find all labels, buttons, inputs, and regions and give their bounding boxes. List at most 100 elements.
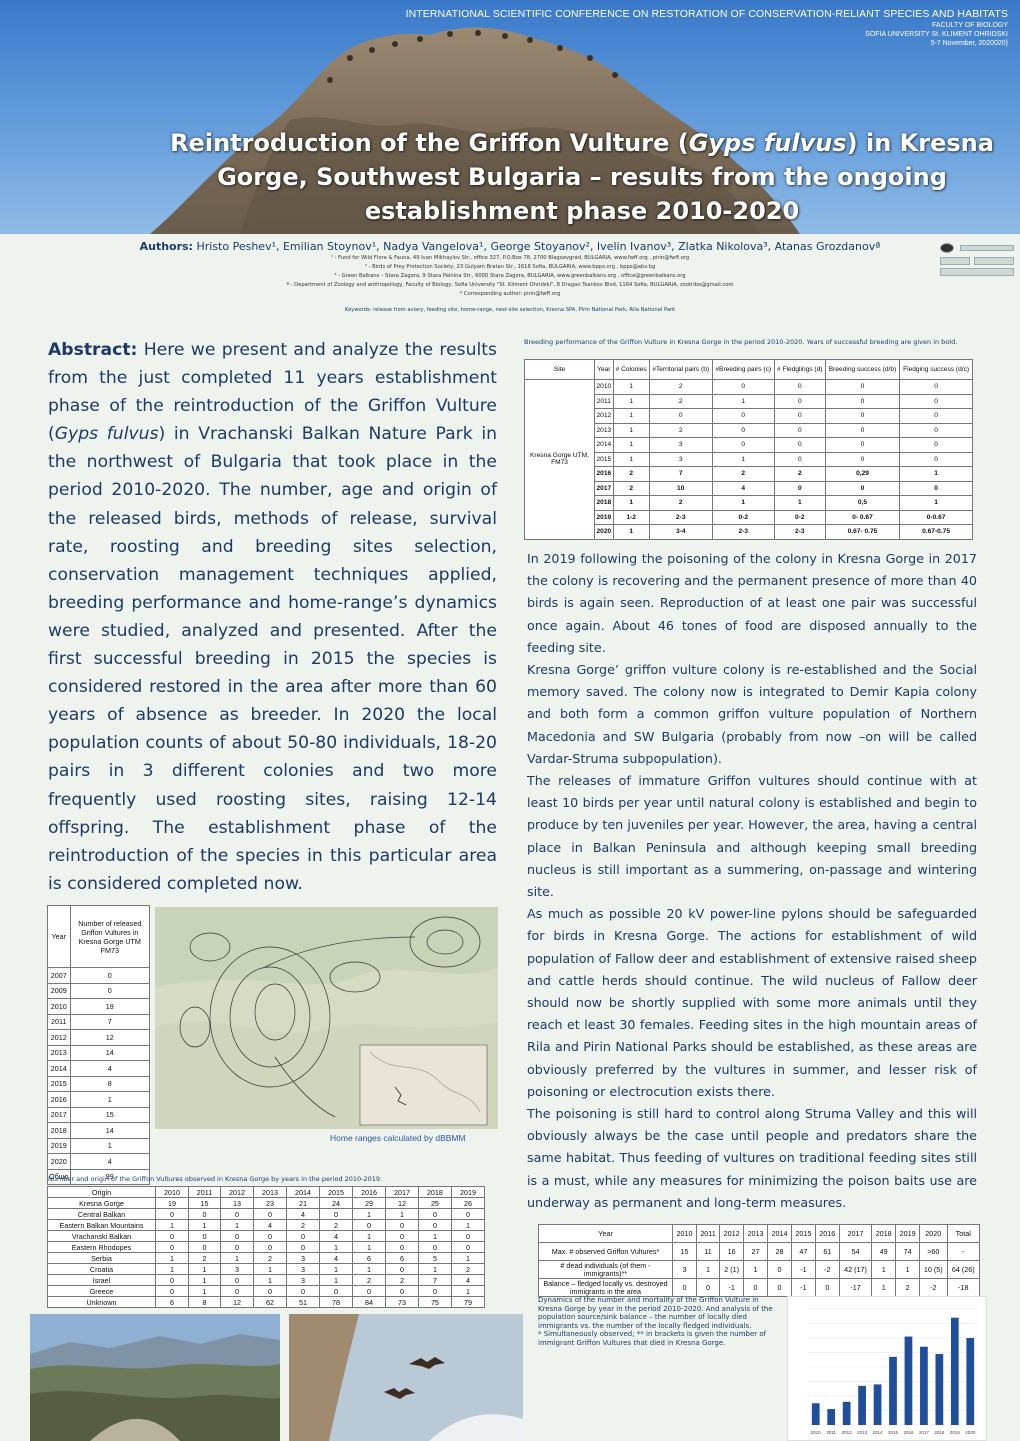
origin-header-cell: 2018 [417, 1186, 452, 1198]
bar-chart-tick-label: 2011 [826, 1430, 836, 1435]
origin-cell: 4 [286, 1208, 320, 1220]
origin-cell: 2 [253, 1252, 288, 1264]
dynamics-cell: 74 [895, 1242, 921, 1261]
origin-header-cell: 2016 [351, 1186, 386, 1198]
breeding-cell: 2010 [594, 379, 614, 395]
affiliation-4: ª - Department of Zoology and anthropolo… [286, 282, 734, 288]
origin-cell: 0 [417, 1208, 452, 1220]
dynamics-cell: 27 [743, 1242, 769, 1261]
released-cell: 14 [69, 1122, 151, 1139]
bar-chart-tick-label: 2012 [842, 1430, 853, 1435]
title-line1-post: ) in Kresna [846, 129, 994, 157]
released-row: 2011 7 [47, 1013, 151, 1030]
dynamics-cell: 64 (26) [946, 1260, 980, 1279]
released-cell: 12 [69, 1029, 151, 1046]
released-row: 2018 14 [47, 1122, 151, 1139]
origin-cell: 84 [351, 1296, 386, 1308]
dynamics-bar-chart: 2010 2011 2012 2013 2014 2015 2016 2017 2018 2019… [787, 1296, 987, 1441]
origin-cell: 1 [384, 1208, 419, 1220]
dynamics-cell: 0 [767, 1278, 792, 1297]
breeding-cell: 0-2 [711, 509, 775, 525]
breeding-cell: 3 [648, 451, 713, 467]
origin-row: Serbia 1 2 1 2 3 4 6 6 5 1 [47, 1252, 486, 1264]
breeding-cell: 2013 [594, 422, 614, 438]
origin-cell: 13 [220, 1197, 255, 1209]
origin-cell: 3 [286, 1252, 320, 1264]
dynamics-cell: 47 [790, 1242, 816, 1261]
breeding-cell: 2015 [594, 451, 614, 467]
gorge-landscape-image [30, 1314, 280, 1441]
breeding-cell: 2016 [594, 466, 614, 482]
released-cell: 2009 [47, 982, 71, 999]
conference-university: SOFIA UNIVERSITY St. KLIMENT OHRIDSKI [865, 31, 1008, 38]
origin-header-cell: 2011 [187, 1186, 222, 1198]
origin-cell: 0 [286, 1241, 320, 1253]
origin-header-cell: 2019 [450, 1186, 486, 1198]
breeding-cell: 0 [899, 437, 973, 453]
dynamics-row: Max. # observed Griffon Vultures* 15 11 16 2… [538, 1242, 980, 1261]
poster: INTERNATIONAL SCIENTIFIC CONFERENCE ON R… [0, 0, 1020, 1441]
dynamics-cell: 1 [871, 1278, 897, 1297]
dynamics-header-cell: 2015 [790, 1224, 816, 1243]
released-cell: 2010 [47, 998, 71, 1015]
breeding-cell: 1 [773, 495, 826, 511]
origin-header-cell: 2010 [155, 1186, 189, 1198]
dynamics-cell: 11 [695, 1242, 721, 1261]
breeding-header-cell: # Colonies [612, 359, 650, 380]
released-cell: 0 [69, 967, 151, 984]
results-paragraph-3: The releases of immature Griffon vulture… [527, 773, 977, 900]
breeding-cell: 0 [899, 451, 973, 467]
origin-cell: 8 [187, 1296, 222, 1308]
dynamics-row: # dead individuals (of them - immigrants… [538, 1260, 980, 1279]
results-paragraph-4: As much as possible 20 kV power-line pyl… [527, 906, 977, 1099]
origin-cell: 0 [220, 1285, 255, 1297]
breeding-row: Kresna Gorge UTM, FM73 2010 1 2 0 0 0 0 [524, 379, 973, 540]
origin-cell: 29 [351, 1197, 386, 1209]
origin-cell: 12 [384, 1197, 419, 1209]
bar-chart-tick-label: 2015 [888, 1430, 899, 1435]
origin-cell: 15 [187, 1197, 222, 1209]
released-cell: 8 [69, 1075, 151, 1092]
breeding-cell: 0 [899, 480, 973, 496]
dynamics-header-cell: 2010 [672, 1224, 697, 1243]
released-row: 2012 12 [47, 1029, 151, 1046]
released-header-count: Number of released Griffon Vultures in K… [69, 905, 151, 968]
bar-2010 [811, 1403, 820, 1425]
affiliation-2: ² - Birds of Prey Protection Society, 23… [364, 264, 656, 270]
origin-cell: 1 [319, 1241, 353, 1253]
origin-cell: 1 [319, 1274, 353, 1286]
origin-cell: Greece [47, 1285, 156, 1297]
breeding-cell: 1 [711, 393, 775, 409]
origin-cell: 79 [450, 1296, 486, 1308]
origin-cell: 0 [253, 1208, 288, 1220]
origin-cell: 2 [450, 1263, 486, 1275]
origin-cell: 0 [155, 1274, 189, 1286]
origin-cell: 0 [220, 1208, 255, 1220]
origin-cell: 0 [417, 1241, 452, 1253]
dynamics-cell: 42 (17) [838, 1260, 873, 1279]
breeding-site-cell: Kresna Gorge UTM, FM73 [524, 379, 595, 540]
origin-cell: 3 [286, 1274, 320, 1286]
origin-cell: 4 [319, 1252, 353, 1264]
breeding-header-cell: Fledging success (d/c) [899, 359, 973, 380]
keywords: Keywords: release from aviary, feeding s… [344, 307, 676, 313]
origin-cell: 1 [253, 1263, 288, 1275]
origin-cell: 73 [384, 1296, 419, 1308]
abstract-label: Abstract: [48, 340, 138, 360]
dynamics-cell: Balance – fledged locally vs. destroyed … [538, 1278, 673, 1297]
dynamics-cell: 54 [838, 1242, 873, 1261]
title-line1-pre: Reintroduction of the Griffon Vulture ( [170, 129, 689, 157]
logo-2 [960, 245, 1014, 251]
bar-2014 [873, 1384, 882, 1425]
origin-cell: 1 [351, 1263, 386, 1275]
origin-cell: 78 [319, 1296, 353, 1308]
origin-cell: 62 [253, 1296, 288, 1308]
released-cell: 0 [69, 982, 151, 999]
breeding-cell: 2-3 [711, 524, 775, 540]
breeding-cell: 1-2 [612, 509, 650, 525]
origin-cell: 0 [220, 1230, 255, 1242]
released-cell: 2016 [47, 1091, 71, 1108]
breeding-cell: 2018 [594, 495, 614, 511]
released-row: 2014 4 [47, 1060, 151, 1077]
origin-cell: 0 [253, 1241, 288, 1253]
